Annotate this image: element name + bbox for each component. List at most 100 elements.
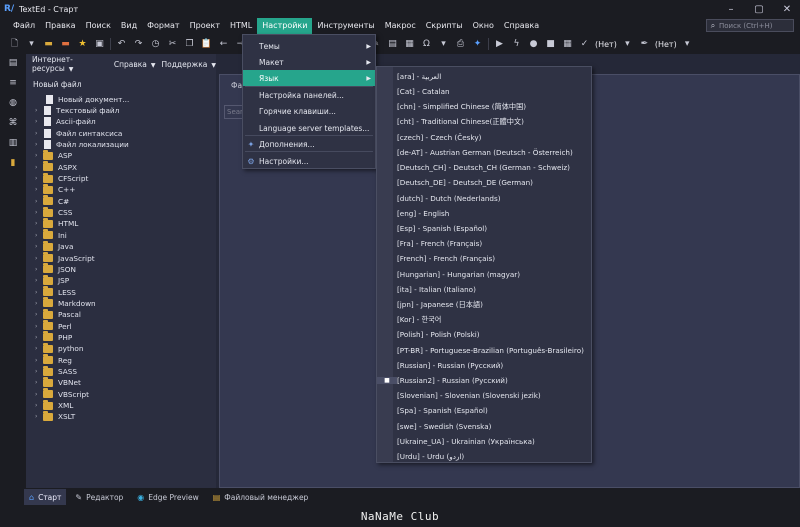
language-item[interactable]: [Russian] - Russian (Русский) (377, 358, 591, 373)
expand-arrow-icon[interactable]: › (35, 266, 43, 273)
expand-arrow-icon[interactable]: › (35, 141, 43, 148)
menu-12[interactable]: Справка (499, 18, 544, 34)
template-folder[interactable]: › CSS (35, 206, 72, 218)
expand-arrow-icon[interactable]: › (35, 232, 43, 239)
puzzle-icon[interactable]: ✦ (471, 38, 484, 51)
expand-arrow-icon[interactable]: › (35, 243, 43, 250)
menu-11[interactable]: Окно (468, 18, 499, 34)
bottom-tab[interactable]: ▤ Файловый менеджер (208, 489, 314, 505)
bottom-tab[interactable]: ✎ Редактор (70, 489, 128, 505)
expand-arrow-icon[interactable]: › (35, 334, 43, 341)
settings-menu-item[interactable]: ⚙ Настройки... (243, 153, 375, 169)
language-item[interactable]: [Slovenian] - Slovenian (Slovenski jezik… (377, 388, 591, 403)
maximize-icon[interactable]: ▢ (746, 0, 772, 18)
expand-arrow-icon[interactable]: › (35, 277, 43, 284)
expand-arrow-icon[interactable]: › (35, 311, 43, 318)
minimize-icon[interactable]: – (718, 0, 744, 18)
template-folder[interactable]: › JSP (35, 274, 69, 286)
expand-arrow-icon[interactable]: › (35, 164, 43, 171)
expand-arrow-icon[interactable]: › (35, 402, 43, 409)
new-file-item[interactable]: Новый документ... (45, 94, 129, 105)
menu-3[interactable]: Вид (116, 18, 142, 34)
settings-menu-item[interactable]: Макет ▶ (243, 54, 375, 70)
language-item[interactable]: [French] - French (Français) (377, 251, 591, 266)
layout-icon[interactable]: ▤ (386, 38, 399, 51)
menu-2[interactable]: Поиск (81, 18, 116, 34)
settings-menu-item[interactable]: Настройка панелей... (243, 87, 375, 103)
code-icon[interactable]: ≡ (7, 77, 19, 89)
template-folder[interactable]: › PHP (35, 331, 72, 343)
expand-arrow-icon[interactable]: › (35, 198, 43, 205)
settings-menu-item[interactable]: Горячие клавиши... (243, 103, 375, 119)
panel-tab-0[interactable]: Интернет-ресурсы ▼ (32, 55, 108, 73)
expand-arrow-icon[interactable]: › (35, 209, 43, 216)
new-file-item[interactable]: › Файл синтаксиса (35, 128, 122, 139)
dropdown-icon[interactable]: ▾ (681, 38, 694, 51)
search-input[interactable]: ⌕ Поиск (Ctrl+H) (706, 19, 794, 32)
omega-icon[interactable]: Ω (420, 38, 433, 51)
grid-icon[interactable]: ▦ (561, 38, 574, 51)
dropdown-icon[interactable]: ▾ (25, 38, 38, 51)
redo-icon[interactable]: ↷ (132, 38, 145, 51)
language-item[interactable]: [Cat] - Catalan (377, 84, 591, 99)
template-folder[interactable]: › C++ (35, 183, 75, 195)
template-folder[interactable]: › HTML (35, 217, 78, 229)
bottom-tab[interactable]: ◉ Edge Preview (132, 489, 203, 505)
menu-6[interactable]: HTML (225, 18, 257, 34)
template-folder[interactable]: › ASPX (35, 161, 77, 173)
favorites-star-icon[interactable]: ★ (76, 38, 89, 51)
undo-icon[interactable]: ↶ (115, 38, 128, 51)
menu-1[interactable]: Правка (40, 18, 80, 34)
language-item[interactable]: [ita] - Italian (Italiano) (377, 282, 591, 297)
language-item[interactable]: [Polish] - Polish (Polski) (377, 327, 591, 342)
language-item[interactable]: [Spa] - Spanish (Español) (377, 403, 591, 418)
template-folder[interactable]: › python (35, 342, 84, 354)
menu-8[interactable]: Инструменты (312, 18, 379, 34)
globe-icon[interactable]: ◍ (7, 97, 19, 109)
template-folder[interactable]: › CFScript (35, 172, 88, 184)
spell-lang-a[interactable]: (Нет) (595, 40, 617, 49)
language-item[interactable]: [Urdu] - Urdu (اردو) (377, 449, 591, 464)
cut-icon[interactable]: ✂ (166, 38, 179, 51)
panel-tab-2[interactable]: Поддержка ▼ (162, 60, 216, 69)
template-folder[interactable]: › Pascal (35, 308, 81, 320)
template-folder[interactable]: › C# (35, 195, 69, 207)
language-item[interactable]: [Esp] - Spanish (Español) (377, 221, 591, 236)
template-folder[interactable]: › VBScript (35, 388, 89, 400)
template-folder[interactable]: › VBNet (35, 376, 81, 388)
new-file-item[interactable]: › Файл локализации (35, 139, 129, 150)
copy-icon[interactable]: ❐ (183, 38, 196, 51)
panel-tab-1[interactable]: Справка ▼ (114, 60, 156, 69)
language-item[interactable]: [cht] - Traditional Chinese(正體中文) (377, 115, 591, 130)
expand-arrow-icon[interactable]: › (35, 379, 43, 386)
expand-arrow-icon[interactable]: › (35, 289, 43, 296)
template-folder[interactable]: › JavaScript (35, 252, 95, 263)
file-list-icon[interactable]: ▤ (7, 57, 19, 69)
menu-10[interactable]: Скрипты (421, 18, 468, 34)
language-item[interactable]: [Hungarian] - Hungarian (magyar) (377, 267, 591, 282)
expand-arrow-icon[interactable]: › (35, 391, 43, 398)
dropdown-icon[interactable]: ▾ (621, 38, 634, 51)
template-folder[interactable]: › SASS (35, 365, 77, 377)
save-icon[interactable]: ▣ (93, 38, 106, 51)
expand-arrow-icon[interactable]: › (35, 107, 43, 114)
language-item[interactable]: [eng] - English (377, 206, 591, 221)
template-folder[interactable]: › LESS (35, 286, 76, 297)
settings-menu-item[interactable]: ✦ Дополнения... (243, 136, 375, 152)
spellcheck-icon[interactable]: ✓ (578, 38, 591, 51)
template-folder[interactable]: › Perl (35, 320, 72, 332)
expand-arrow-icon[interactable]: › (35, 152, 43, 159)
expand-arrow-icon[interactable]: › (35, 300, 43, 307)
bottom-tab[interactable]: ⌂ Старт (24, 489, 67, 505)
spell-lang-b[interactable]: (Нет) (655, 40, 677, 49)
settings-menu-item[interactable]: Темы ▶ (243, 38, 375, 54)
language-item[interactable]: [jpn] - Japanese (日本語) (377, 297, 591, 312)
window-icon[interactable]: ▦ (403, 38, 416, 51)
open-folder-icon[interactable]: ▬ (42, 38, 55, 51)
template-folder[interactable]: › XML (35, 399, 73, 411)
pen-icon[interactable]: ✒ (638, 38, 651, 51)
language-item[interactable]: [Ukraine_UA] - Ukrainian (Українська) (377, 434, 591, 449)
language-item[interactable]: [Kor] - 한국어 (377, 312, 591, 327)
menu-0[interactable]: Файл (8, 18, 40, 34)
language-item[interactable]: [chn] - Simplified Chinese (简体中国) (377, 99, 591, 114)
